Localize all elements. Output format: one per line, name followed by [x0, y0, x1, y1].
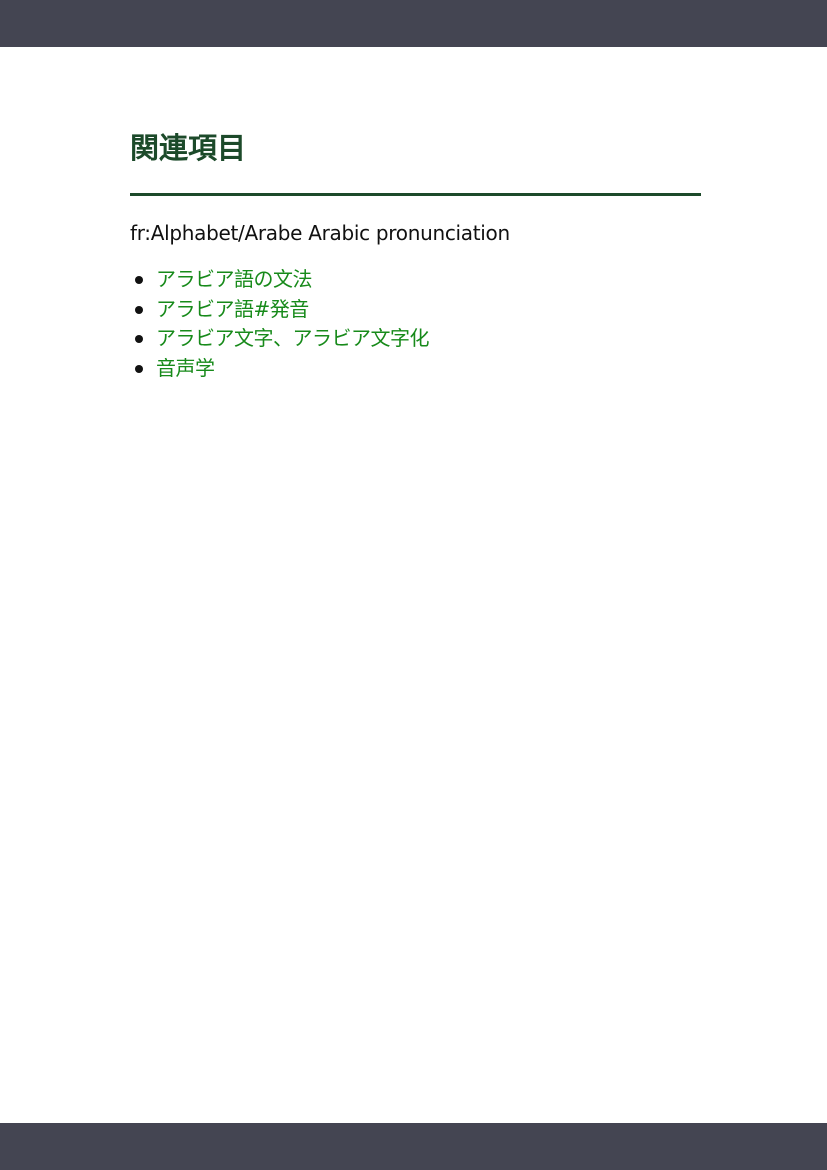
link-arabic-grammar[interactable]: アラビア語の文法: [156, 267, 313, 291]
section-heading: 関連項目: [130, 131, 247, 165]
bullet-icon: [135, 364, 143, 373]
link-arabic-pronunciation[interactable]: アラビア語#発音: [156, 297, 309, 321]
list-item: アラビア語#発音: [130, 295, 701, 325]
bullet-icon: [135, 276, 143, 284]
heading-divider: [130, 193, 701, 196]
list-item: アラビア語の文法: [130, 265, 701, 295]
link-phonetics[interactable]: 音声学: [156, 356, 215, 380]
top-bar: [0, 0, 827, 47]
bottom-bar: [0, 1123, 827, 1170]
list-item: 音声学: [130, 354, 701, 384]
list-item: アラビア文字、アラビア文字化: [130, 324, 701, 354]
bullet-icon: [135, 335, 143, 343]
related-links-list: アラビア語の文法 アラビア語#発音 アラビア文字、アラビア文字化 音声学: [130, 265, 701, 383]
bullet-icon: [135, 305, 143, 314]
reference-text: fr:Alphabet/Arabe Arabic pronunciation: [130, 221, 510, 245]
link-arabic-script[interactable]: アラビア文字、アラビア文字化: [156, 326, 430, 350]
related-section: 関連項目 fr:Alphabet/Arabe Arabic pronunciat…: [130, 128, 701, 383]
